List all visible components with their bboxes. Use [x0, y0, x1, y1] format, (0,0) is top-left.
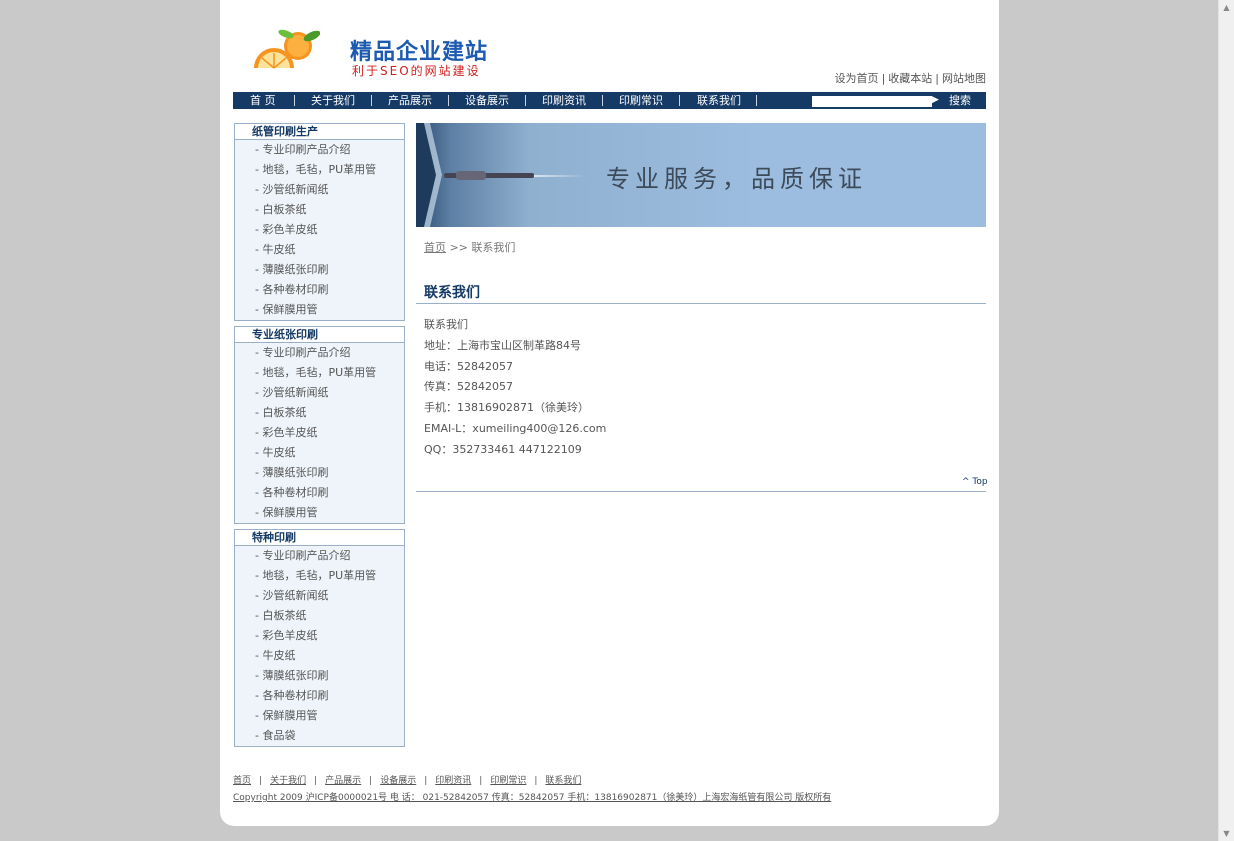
- contact-address: 地址：上海市宝山区制革路84号: [424, 338, 581, 352]
- nav-contact[interactable]: 联系我们: [697, 92, 741, 109]
- category-item[interactable]: - 保鲜膜用管: [235, 706, 404, 726]
- category-title[interactable]: 特种印刷: [235, 530, 404, 546]
- nav-knowledge[interactable]: 印刷常识: [619, 92, 663, 109]
- site-logo[interactable]: 精品企业建站 利于SEO的网站建设: [250, 28, 500, 80]
- bookmark-link[interactable]: 收藏本站: [888, 72, 932, 85]
- contact-qq: QQ：352733461 447122109: [424, 442, 582, 456]
- dart-icon: [416, 123, 586, 227]
- category-item[interactable]: - 彩色羊皮纸: [235, 220, 404, 240]
- page-container: 精品企业建站 利于SEO的网站建设 设为首页 | 收藏本站 | 网站地图 首 页 关于我…: [220, 0, 999, 826]
- category-title[interactable]: 纸管印刷生产: [235, 124, 404, 140]
- category-item[interactable]: - 沙管纸新闻纸: [235, 586, 404, 606]
- category-item[interactable]: - 白板茶纸: [235, 606, 404, 626]
- top-links: 设为首页 | 收藏本站 | 网站地图: [834, 72, 986, 85]
- breadcrumb-current: >> 联系我们: [449, 241, 516, 254]
- footer-link-home[interactable]: 首页: [233, 776, 251, 786]
- category-item[interactable]: - 薄膜纸张印刷: [235, 666, 404, 686]
- category-box: 专业纸张印刷 - 专业印刷产品介绍 - 地毯，毛毡，PU革用管 - 沙管纸新闻纸…: [234, 326, 405, 524]
- logo-subtitle: 利于SEO的网站建设: [352, 64, 481, 78]
- nav-home[interactable]: 首 页: [250, 92, 276, 109]
- footer-link-equipment[interactable]: 设备展示: [380, 776, 416, 786]
- category-item[interactable]: - 白板茶纸: [235, 200, 404, 220]
- category-item[interactable]: - 地毯，毛毡，PU革用管: [235, 363, 404, 383]
- category-item[interactable]: - 牛皮纸: [235, 646, 404, 666]
- search-input[interactable]: [812, 96, 932, 107]
- category-item[interactable]: - 专业印刷产品介绍: [235, 343, 404, 363]
- divider: [416, 491, 986, 492]
- category-item[interactable]: - 各种卷材印刷: [235, 483, 404, 503]
- contact-email: EMAI-L：xumeiling400@126.com: [424, 421, 607, 435]
- footer-link-news[interactable]: 印刷资讯: [435, 776, 471, 786]
- category-item[interactable]: - 地毯，毛毡，PU革用管: [235, 566, 404, 586]
- breadcrumb: 首页 >> 联系我们: [424, 239, 515, 255]
- scroll-up-icon[interactable]: ▲: [1219, 0, 1234, 15]
- scroll-down-icon[interactable]: ▼: [1219, 826, 1234, 841]
- category-item[interactable]: - 彩色羊皮纸: [235, 626, 404, 646]
- category-item[interactable]: - 沙管纸新闻纸: [235, 383, 404, 403]
- footer-link-knowledge[interactable]: 印刷常识: [490, 776, 526, 786]
- page-title: 联系我们: [424, 285, 480, 301]
- category-item[interactable]: - 薄膜纸张印刷: [235, 463, 404, 483]
- nav-news[interactable]: 印刷资讯: [542, 92, 586, 109]
- divider: [416, 303, 986, 304]
- footer-nav: 首页 | 关于我们 | 产品展示 | 设备展示 | 印刷资讯 | 印刷常识 | 联系我们: [233, 776, 582, 786]
- category-item[interactable]: - 地毯，毛毡，PU革用管: [235, 160, 404, 180]
- contact-fax: 传真：52842057: [424, 380, 513, 394]
- category-box: 特种印刷 - 专业印刷产品介绍 - 地毯，毛毡，PU革用管 - 沙管纸新闻纸 -…: [234, 529, 405, 747]
- category-item[interactable]: - 食品袋: [235, 726, 404, 746]
- contact-line: 联系我们: [424, 318, 468, 331]
- contact-phone: 电话：52842057: [424, 359, 513, 373]
- footer-link-about[interactable]: 关于我们: [270, 776, 306, 786]
- category-box: 纸管印刷生产 - 专业印刷产品介绍 - 地毯，毛毡，PU革用管 - 沙管纸新闻纸…: [234, 123, 405, 321]
- banner-image: 专业服务，品质保证: [416, 123, 986, 227]
- nav-equipment[interactable]: 设备展示: [465, 92, 509, 109]
- nav-about[interactable]: 关于我们: [311, 92, 355, 109]
- contact-info: 联系我们 地址：上海市宝山区制革路84号 电话：52842057 传真：5284…: [424, 315, 606, 461]
- arrow-right-icon: ▶: [932, 95, 939, 105]
- contact-mobile: 手机：13816902871（徐美玲）: [424, 401, 589, 415]
- orange-logo-icon: [254, 29, 320, 69]
- category-item[interactable]: - 彩色羊皮纸: [235, 423, 404, 443]
- footer-link-products[interactable]: 产品展示: [325, 776, 361, 786]
- nav-products[interactable]: 产品展示: [388, 92, 432, 109]
- category-item[interactable]: - 牛皮纸: [235, 240, 404, 260]
- category-item[interactable]: - 专业印刷产品介绍: [235, 140, 404, 160]
- category-item[interactable]: - 专业印刷产品介绍: [235, 546, 404, 566]
- category-item[interactable]: - 沙管纸新闻纸: [235, 180, 404, 200]
- sitemap-link[interactable]: 网站地图: [942, 72, 986, 85]
- main-nav: 首 页 关于我们 产品展示 设备展示 印刷资讯 印刷常识 联系我们 ▶ 搜索: [233, 92, 986, 109]
- banner-slogan: 专业服务，品质保证: [606, 165, 867, 193]
- category-item[interactable]: - 各种卷材印刷: [235, 686, 404, 706]
- footer-link-contact[interactable]: 联系我们: [545, 776, 581, 786]
- category-item[interactable]: - 保鲜膜用管: [235, 300, 404, 320]
- category-item[interactable]: - 保鲜膜用管: [235, 503, 404, 523]
- category-item[interactable]: - 白板茶纸: [235, 403, 404, 423]
- back-to-top-link[interactable]: ^ Top: [962, 477, 988, 487]
- category-item[interactable]: - 牛皮纸: [235, 443, 404, 463]
- search-button[interactable]: 搜索: [949, 92, 971, 109]
- sidebar: 纸管印刷生产 - 专业印刷产品介绍 - 地毯，毛毡，PU革用管 - 沙管纸新闻纸…: [234, 123, 405, 752]
- set-homepage-link[interactable]: 设为首页: [835, 72, 879, 85]
- copyright-text: Copyright 2009 沪ICP备0000021号 电 话： 021-52…: [233, 793, 832, 803]
- category-item[interactable]: - 各种卷材印刷: [235, 280, 404, 300]
- category-title[interactable]: 专业纸张印刷: [235, 327, 404, 343]
- breadcrumb-home-link[interactable]: 首页: [424, 241, 446, 254]
- vertical-scrollbar[interactable]: ▲ ▼: [1218, 0, 1234, 841]
- category-item[interactable]: - 薄膜纸张印刷: [235, 260, 404, 280]
